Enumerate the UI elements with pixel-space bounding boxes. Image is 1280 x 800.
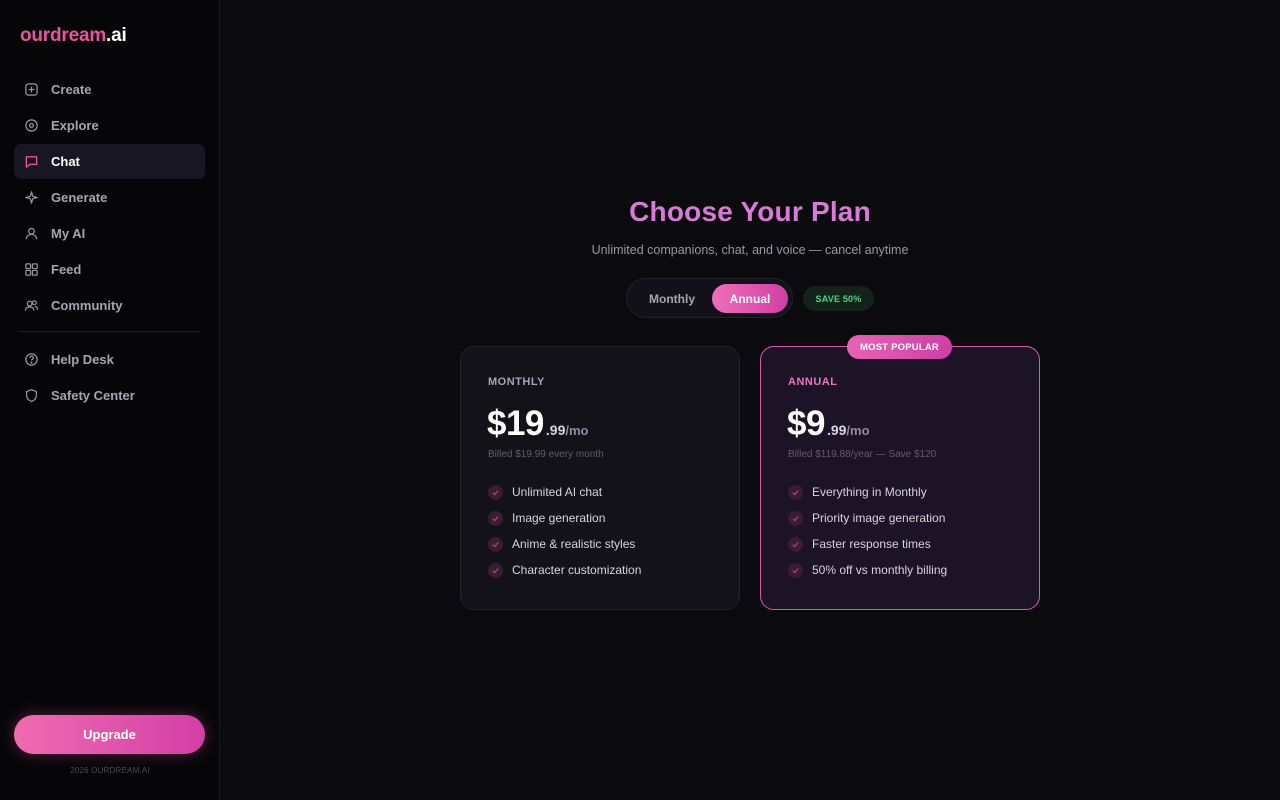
billing-note: Billed $19.99 every month [488,449,604,460]
page-title: Choose Your Plan [629,196,871,227]
sidebar-item-label: Chat [51,154,80,169]
plus-square-icon [24,82,39,97]
sidebar-item-chat[interactable]: Chat [14,144,205,179]
nav-divider [19,331,200,332]
feature-item: Unlimited AI chat [488,479,641,505]
price-minor: .99 [826,422,847,438]
logo-brand: ourdream [20,25,107,46]
price-minor: .99 [545,422,566,438]
feature-label: Faster response times [812,537,931,551]
most-popular-badge: MOST POPULAR [847,335,952,359]
sidebar: ourdream.ai Create Explore Chat Generate [0,0,220,800]
sidebar-item-label: Community [51,298,123,313]
toggle-monthly[interactable]: Monthly [633,284,711,313]
feature-item: Character customization [488,557,641,583]
feature-label: Unlimited AI chat [512,485,603,499]
user-icon [24,226,39,241]
price-period: /mo [846,423,870,438]
feature-item: Priority image generation [788,505,947,531]
feature-item: 50% off vs monthly billing [788,557,947,583]
sparkle-icon [24,190,39,205]
sidebar-item-label: Generate [51,190,108,205]
check-icon [788,484,803,500]
plan-card-monthly[interactable]: MONTHLY $19 .99 /mo Billed $19.99 every … [460,346,740,610]
sidebar-item-label: Safety Center [51,388,135,403]
sidebar-item-create[interactable]: Create [14,72,205,107]
plan-name: ANNUAL [788,376,838,388]
price-period: /mo [565,423,589,438]
upgrade-button[interactable]: Upgrade [14,715,205,754]
pricing-main: Choose Your Plan Unlimited companions, c… [220,0,1280,800]
sidebar-item-label: My AI [51,226,86,241]
check-icon [488,562,503,578]
sidebar-item-label: Feed [51,262,82,277]
plan-name: MONTHLY [488,376,545,388]
feature-label: 50% off vs monthly billing [812,563,948,577]
sidebar-item-feed[interactable]: Feed [14,252,205,287]
help-circle-icon [24,352,39,367]
feature-label: Priority image generation [812,511,946,525]
grid-icon [24,262,39,277]
check-icon [488,484,503,500]
logo[interactable]: ourdream.ai [20,25,127,47]
billing-toggle: Monthly Annual [626,278,793,318]
feature-label: Character customization [512,563,642,577]
sidebar-item-label: Create [51,82,92,97]
sidebar-item-help-desk[interactable]: Help Desk [14,342,205,377]
feature-item: Everything in Monthly [788,479,947,505]
save-badge: SAVE 50% [803,286,874,311]
copyright: 2026 OURDREAM.AI [70,766,150,775]
feature-item: Image generation [488,505,641,531]
sidebar-item-my-ai[interactable]: My AI [14,216,205,251]
compass-icon [24,118,39,133]
sidebar-item-label: Explore [51,118,99,133]
sidebar-item-safety-center[interactable]: Safety Center [14,378,205,413]
plan-card-annual[interactable]: ANNUAL $9 .99 /mo Billed $119.88/year — … [760,346,1040,610]
sidebar-item-community[interactable]: Community [14,288,205,323]
price-major: $19 [487,404,544,443]
sidebar-nav: Create Explore Chat Generate My AI Feed … [14,72,205,414]
feature-label: Image generation [512,511,606,525]
users-icon [24,298,39,313]
shield-icon [24,388,39,403]
check-icon [788,562,803,578]
feature-item: Faster response times [788,531,947,557]
feature-list: Everything in Monthly Priority image gen… [788,479,947,583]
feature-list: Unlimited AI chat Image generation Anime… [488,479,641,583]
check-icon [488,536,503,552]
logo-tld: .ai [106,25,127,46]
feature-label: Anime & realistic styles [512,537,636,551]
check-icon [788,536,803,552]
plan-price: $19 .99 /mo [487,404,589,444]
check-icon [788,510,803,526]
sidebar-item-generate[interactable]: Generate [14,180,205,215]
check-icon [488,510,503,526]
feature-item: Anime & realistic styles [488,531,641,557]
sidebar-item-explore[interactable]: Explore [14,108,205,143]
plan-price: $9 .99 /mo [787,404,870,444]
toggle-annual[interactable]: Annual [712,284,788,313]
billing-note: Billed $119.88/year — Save $120 [788,449,937,460]
price-major: $9 [787,404,825,443]
feature-label: Everything in Monthly [812,485,927,499]
sidebar-item-label: Help Desk [51,352,114,367]
chat-bubble-icon [24,154,39,169]
page-subtitle: Unlimited companions, chat, and voice — … [591,243,909,257]
